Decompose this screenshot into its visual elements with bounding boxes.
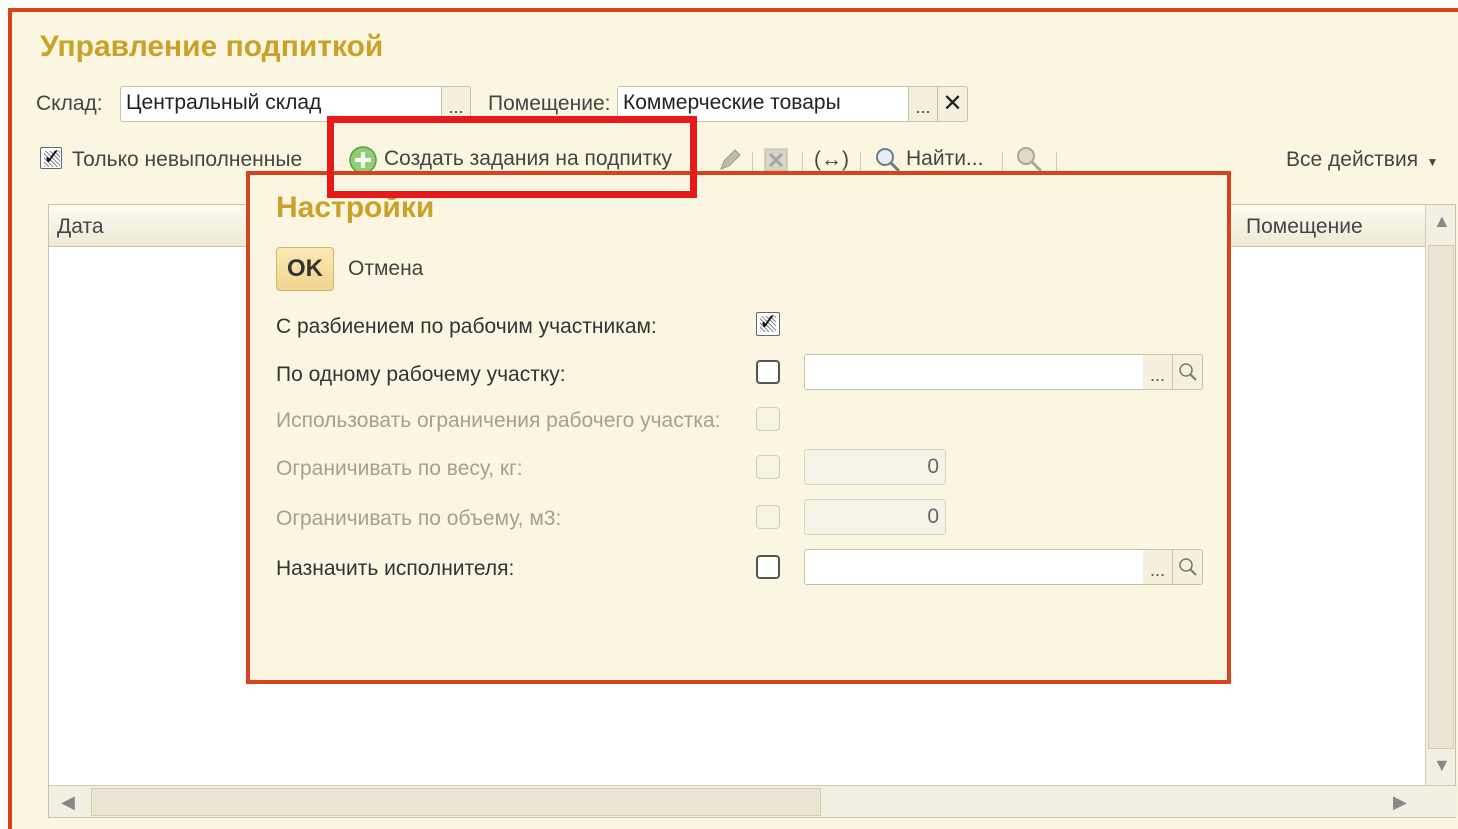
vertical-scroll-thumb[interactable] [1428, 245, 1454, 749]
create-tasks-label: Создать задания на подпитку [384, 147, 673, 170]
executor-pick-button[interactable]: ... [1143, 549, 1173, 585]
column-header-date[interactable]: Дата [57, 215, 104, 239]
edit-pencil-icon[interactable] [716, 146, 744, 174]
swap-button[interactable]: (↔) [814, 148, 849, 172]
page-title: Управление подпиткой [40, 30, 384, 63]
warehouse-input[interactable]: Центральный склад [120, 86, 442, 122]
ok-button[interactable]: OK [276, 247, 334, 291]
room-input[interactable]: Коммерческие товары [617, 86, 909, 122]
work-area-pick-button[interactable]: ... [1143, 354, 1173, 390]
only-unfinished-label: Только невыполненные [72, 148, 303, 171]
limit-weight-checkbox[interactable] [756, 455, 780, 479]
horizontal-scrollbar[interactable]: ◀ ▶ [49, 785, 1457, 817]
only-unfinished-checkbox[interactable]: ✓ [40, 144, 62, 169]
check-icon: ✓ [43, 144, 62, 169]
scroll-up-icon[interactable]: ▲ [1433, 211, 1451, 232]
room-clear-button[interactable]: ✕ [938, 86, 968, 122]
check-icon: ✓ [759, 309, 778, 334]
assign-executor-label: Назначить исполнителя: [276, 557, 515, 580]
all-actions-label: Все действия [1286, 148, 1419, 171]
limit-weight-label: Ограничивать по весу, кг: [276, 457, 523, 480]
dialog-title: Настройки [276, 191, 435, 224]
dropdown-arrow-icon: ▼ [1426, 155, 1439, 169]
magnifier-icon [876, 148, 901, 173]
assign-executor-checkbox[interactable] [756, 555, 780, 579]
room-label: Помещение: [488, 92, 611, 115]
warehouse-label: Склад: [36, 92, 103, 115]
search-icon [1179, 558, 1197, 576]
limit-volume-checkbox[interactable] [756, 505, 780, 529]
single-work-area-label: По одному рабочему участку: [276, 363, 566, 386]
scroll-left-icon[interactable]: ◀ [61, 792, 75, 813]
find-button[interactable]: Найти... [874, 144, 1000, 174]
cancel-button[interactable]: Отмена [348, 257, 423, 281]
use-area-limits-checkbox[interactable] [756, 407, 780, 431]
work-area-search-button[interactable] [1173, 354, 1203, 390]
single-work-area-checkbox[interactable] [756, 360, 780, 384]
search-icon [1179, 363, 1197, 381]
cancel-search-icon[interactable] [1014, 144, 1046, 174]
warehouse-pick-button[interactable]: ... [441, 86, 471, 122]
create-tasks-button[interactable]: Создать задания на подпитку [348, 144, 693, 174]
use-area-limits-label: Использовать ограничения рабочего участк… [276, 409, 721, 432]
column-header-room[interactable]: Помещение [1246, 215, 1363, 239]
split-by-participants-checkbox[interactable]: ✓ [756, 309, 780, 336]
find-label: Найти... [906, 147, 984, 170]
split-by-participants-label: С разбиением по рабочим участникам: [276, 315, 657, 338]
limit-volume-label: Ограничивать по объему, м3: [276, 507, 562, 530]
limit-volume-input[interactable]: 0 [804, 499, 946, 535]
executor-search-button[interactable] [1173, 549, 1203, 585]
executor-input[interactable] [804, 549, 1144, 585]
room-pick-button[interactable]: ... [908, 86, 938, 122]
vertical-scrollbar[interactable]: ▲ ▼ [1425, 205, 1455, 785]
single-work-area-input[interactable] [804, 354, 1144, 390]
delete-icon[interactable] [762, 146, 790, 174]
scroll-down-icon[interactable]: ▼ [1433, 755, 1451, 776]
all-actions-menu[interactable]: Все действия ▼ [1286, 148, 1438, 172]
scroll-right-icon[interactable]: ▶ [1393, 792, 1407, 813]
limit-weight-input[interactable]: 0 [804, 449, 946, 485]
horizontal-scroll-thumb[interactable] [91, 788, 821, 816]
settings-dialog: Настройки OK Отмена С разбиением по рабо… [246, 171, 1231, 684]
